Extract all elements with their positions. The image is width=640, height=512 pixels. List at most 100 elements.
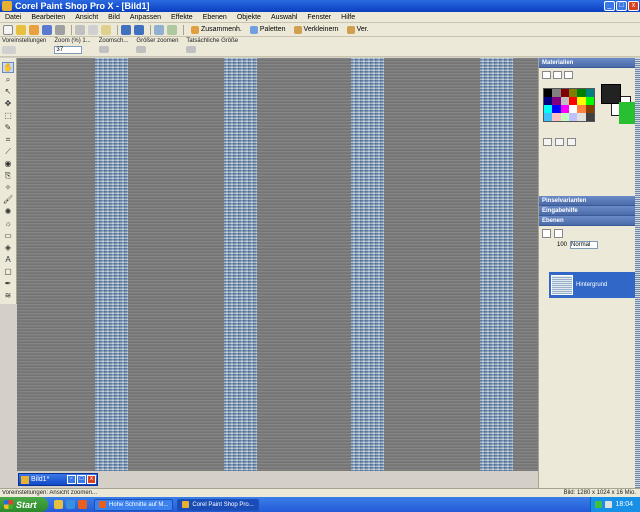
transparent-icon[interactable]: [555, 138, 564, 146]
save-icon[interactable]: [42, 24, 52, 35]
color-swatch[interactable]: [552, 105, 561, 113]
text-tool-icon[interactable]: A: [2, 254, 14, 265]
title-bar[interactable]: Corel Paint Shop Pro X - [Bild1] _ □ x: [0, 0, 640, 12]
maximize-button[interactable]: □: [616, 1, 627, 11]
menu-anpassen[interactable]: Anpassen: [125, 14, 166, 21]
color-swatch[interactable]: [560, 89, 569, 97]
taskbar-item-psp[interactable]: Corel Paint Shop Pro...: [177, 498, 259, 511]
opacity-value[interactable]: 100: [557, 242, 567, 248]
color-swatch[interactable]: [552, 89, 561, 97]
color-swatch[interactable]: [568, 97, 578, 105]
copy-icon[interactable]: [88, 24, 98, 35]
blend-mode-select[interactable]: Normal: [570, 241, 599, 249]
color-swatch[interactable]: [577, 113, 586, 121]
layer-row-background[interactable]: Hintergrund: [549, 272, 639, 298]
color-swatch[interactable]: [544, 89, 553, 97]
media-icon[interactable]: [78, 500, 87, 509]
color-swatch[interactable]: [585, 105, 594, 113]
color-swatch[interactable]: [568, 105, 578, 113]
document-tab[interactable]: Bild1* ▫ □ x: [18, 473, 98, 486]
color-swatch[interactable]: [577, 89, 586, 97]
paste-icon[interactable]: [101, 24, 111, 35]
canvas-workspace[interactable]: [17, 58, 538, 471]
learning-center-header[interactable]: Eingabehilfe: [539, 206, 640, 216]
frame-tab-icon[interactable]: [542, 71, 551, 79]
new-layer-icon[interactable]: [542, 228, 551, 238]
swap-colors-icon[interactable]: [543, 138, 552, 146]
scratch-tool-icon[interactable]: ✧: [2, 182, 14, 193]
menu-effekte[interactable]: Effekte: [166, 14, 198, 21]
color-swatch[interactable]: [568, 113, 578, 121]
browser-icon[interactable]: [66, 500, 75, 509]
color-swatch[interactable]: [560, 105, 569, 113]
browse-icon[interactable]: [29, 24, 39, 35]
zoom-step-icon[interactable]: [98, 46, 109, 53]
doc-close-button[interactable]: x: [87, 475, 96, 484]
color-swatch[interactable]: [585, 97, 594, 105]
airbrush-tool-icon[interactable]: ✺: [2, 206, 14, 217]
lighten-tool-icon[interactable]: ☼: [2, 218, 14, 229]
network-icon[interactable]: [595, 501, 603, 508]
manage-button[interactable]: Zusammenh.: [187, 25, 246, 34]
warp-tool-icon[interactable]: ≋: [2, 290, 14, 301]
scan-icon[interactable]: [154, 24, 164, 35]
pan-tool-icon[interactable]: ✋: [2, 62, 14, 73]
zoom-in-icon[interactable]: [136, 46, 147, 53]
color-swatch[interactable]: [552, 97, 561, 105]
menu-hilfe[interactable]: Hilfe: [336, 14, 360, 21]
menu-ebenen[interactable]: Ebenen: [198, 14, 232, 21]
menu-ansicht[interactable]: Ansicht: [70, 14, 103, 21]
print-icon[interactable]: [55, 24, 65, 35]
color-swatch[interactable]: [577, 97, 586, 105]
doc-maximize-button[interactable]: □: [77, 475, 86, 484]
close-button[interactable]: x: [628, 1, 639, 11]
swatches-tab-icon[interactable]: [564, 71, 573, 79]
delete-layer-icon[interactable]: [554, 228, 563, 238]
all-tools-icon[interactable]: [567, 138, 576, 146]
color-swatch[interactable]: [585, 89, 594, 97]
fill-tool-icon[interactable]: ◈: [2, 242, 14, 253]
color-swatch[interactable]: [568, 89, 578, 97]
menu-objekte[interactable]: Objekte: [232, 14, 266, 21]
zoom-input[interactable]: 37: [54, 46, 83, 54]
selection-tool-icon[interactable]: ⬚: [2, 110, 14, 121]
menu-auswahl[interactable]: Auswahl: [266, 14, 302, 21]
camera-icon[interactable]: [167, 24, 177, 35]
color-swatch[interactable]: [560, 113, 569, 121]
foreground-color-swatch[interactable]: [601, 84, 621, 104]
actual-size-icon[interactable]: [186, 46, 197, 53]
redo-icon[interactable]: [134, 24, 144, 35]
volume-icon[interactable]: [605, 501, 613, 508]
minimize-button[interactable]: _: [604, 1, 615, 11]
color-swatch[interactable]: [585, 113, 594, 121]
eraser-tool-icon[interactable]: ▭: [2, 230, 14, 241]
taskbar-item-browser[interactable]: Hohe Schnitte auf M...: [94, 498, 174, 511]
color-swatch[interactable]: [560, 97, 569, 105]
dropper-tool-icon[interactable]: ✎: [2, 122, 14, 133]
materials-palette-header[interactable]: Materialien: [539, 58, 640, 68]
pen-tool-icon[interactable]: ✒: [2, 278, 14, 289]
straighten-tool-icon[interactable]: ⟋: [2, 146, 14, 157]
layers-palette-header[interactable]: Ebenen: [539, 216, 640, 226]
zoom-out-button[interactable]: Verkleinern: [290, 25, 343, 34]
new-file-icon[interactable]: [3, 24, 13, 35]
color-swatch[interactable]: [544, 105, 553, 113]
menu-bearbeiten[interactable]: Bearbeiten: [26, 14, 70, 21]
color-swatch[interactable]: [552, 113, 561, 121]
rainbow-tab-icon[interactable]: [553, 71, 562, 79]
zoom-tool-icon[interactable]: ⌕: [2, 74, 14, 85]
crop-tool-icon[interactable]: ⌗: [2, 134, 14, 145]
red-eye-tool-icon[interactable]: ◉: [2, 158, 14, 169]
brush-tool-icon[interactable]: 🖌: [2, 194, 14, 205]
palettes-button[interactable]: Paletten: [246, 25, 290, 34]
move-tool-icon[interactable]: ✥: [2, 98, 14, 109]
doc-restore-button[interactable]: ▫: [67, 475, 76, 484]
cut-icon[interactable]: [75, 24, 85, 35]
color-swatch[interactable]: [544, 97, 553, 105]
menu-bild[interactable]: Bild: [103, 14, 125, 21]
enhance-button[interactable]: Ver.: [343, 25, 373, 34]
brush-variance-header[interactable]: Pinselvarianten: [539, 196, 640, 206]
color-swatch[interactable]: [577, 105, 586, 113]
clone-tool-icon[interactable]: ⎘: [2, 170, 14, 181]
shape-tool-icon[interactable]: ▢: [2, 266, 14, 277]
